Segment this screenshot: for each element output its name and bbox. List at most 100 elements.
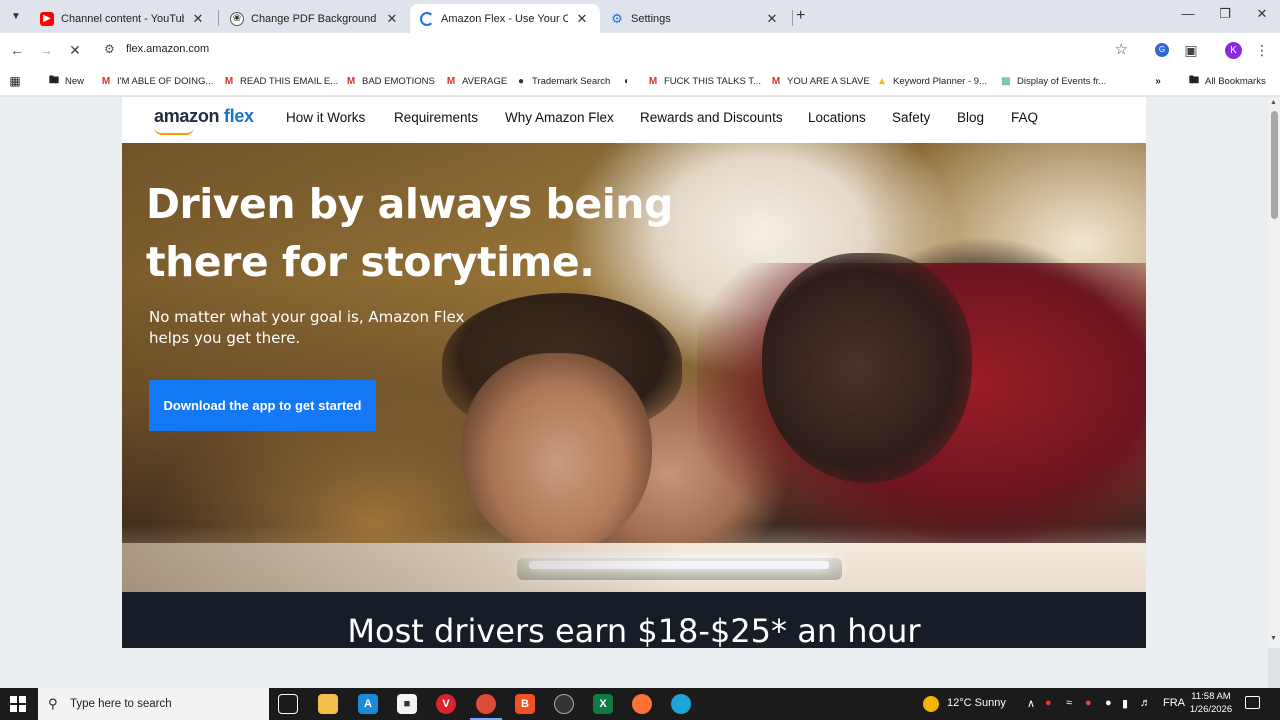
wifi-icon[interactable]: ≈ (1066, 697, 1072, 709)
close-icon: ✕ (69, 42, 81, 58)
battery-icon[interactable]: ▮ (1122, 697, 1128, 710)
speaker-icon[interactable]: ♬ (1140, 697, 1151, 709)
store-icon[interactable]: ■ (397, 694, 417, 714)
loading-icon (420, 11, 434, 26)
scroll-down-icon[interactable]: ▼ (1270, 635, 1277, 642)
bookmark-item[interactable]: M FUCK THIS TALKS T... (647, 73, 761, 89)
chevron-down-icon: ▼ (11, 10, 21, 22)
nav-faq[interactable]: FAQ (1011, 110, 1038, 125)
gmail-icon: M (101, 75, 111, 87)
windows-start-icon[interactable] (10, 696, 26, 712)
apps-grid-icon[interactable]: ▦ (9, 73, 26, 89)
brave-icon[interactable]: B (515, 694, 535, 714)
restore-button[interactable]: ❐ (1215, 6, 1235, 26)
task-view-icon[interactable] (278, 694, 298, 714)
all-bookmarks[interactable]: 🖿 All Bookmarks (1188, 73, 1266, 89)
bookmark-item[interactable]: ◐ (621, 73, 638, 89)
download-app-button[interactable]: Download the app to get started (149, 380, 376, 431)
gmail-icon: M (346, 75, 356, 87)
page-scrollbar[interactable]: ▲ ▼ (1268, 97, 1280, 648)
bookmark-item[interactable]: ▩ Display of Events fr... (1000, 73, 1106, 89)
scrollbar-thumb[interactable] (1271, 111, 1278, 219)
hero-photo-father (762, 253, 972, 483)
nav-locations[interactable]: Locations (808, 110, 866, 125)
nav-blog[interactable]: Blog (957, 110, 984, 125)
bookmark-item[interactable]: ● Trademark Search (515, 73, 610, 89)
close-icon[interactable]: ✕ (190, 11, 206, 27)
gmail-icon: M (648, 75, 658, 87)
nav-how-it-works[interactable]: How it Works (286, 110, 365, 125)
edge-icon[interactable] (671, 694, 691, 714)
bookmark-item[interactable]: ▲ Keyword Planner - 9... (876, 73, 987, 89)
back-button[interactable]: ← (8, 41, 26, 59)
nav-why-amazon-flex[interactable]: Why Amazon Flex (505, 110, 614, 125)
system-clock[interactable]: 11:58 AM 1/26/2026 (1188, 690, 1234, 716)
tab-title: Channel content - YouTube Studio (61, 12, 184, 25)
forward-button[interactable]: → (37, 41, 55, 59)
amazon-flex-logo[interactable]: amazon flex (154, 106, 254, 135)
nav-safety[interactable]: Safety (892, 110, 930, 125)
scroll-up-icon[interactable]: ▲ (1270, 99, 1277, 106)
profile-avatar[interactable]: K (1225, 42, 1242, 59)
amazon-smile-icon (154, 127, 194, 135)
tray-app-icon[interactable]: ● (1045, 697, 1052, 709)
notification-icon[interactable] (1245, 696, 1260, 709)
vivaldi-icon[interactable]: V (436, 694, 456, 714)
nav-requirements[interactable]: Requirements (394, 110, 478, 125)
bookmark-item[interactable]: M YOU ARE A SLAVE (770, 73, 870, 89)
url-text: flex.amazon.com (126, 43, 210, 55)
address-bar[interactable]: ⚙ flex.amazon.com ☆ (96, 37, 1142, 63)
new-tab-button[interactable]: + (796, 7, 805, 25)
file-explorer-icon[interactable] (318, 694, 338, 714)
tray-chrome-icon[interactable]: ● (1085, 697, 1092, 709)
openai-icon: ❀ (230, 11, 244, 26)
chrome-icon[interactable] (470, 694, 502, 720)
location-pin-icon: ● (517, 75, 525, 87)
firefox-icon[interactable] (632, 694, 652, 714)
extensions-puzzle-icon[interactable]: ▣ (1182, 41, 1200, 59)
tab-youtube-studio[interactable]: ▶ Channel content - YouTube Studio ✕ (30, 4, 216, 33)
nav-rewards-and-discounts[interactable]: Rewards and Discounts (640, 110, 783, 125)
tab-strip: ▼ ▶ Channel content - YouTube Studio ✕ ❀… (0, 0, 1280, 33)
input-language[interactable]: FRA (1163, 697, 1185, 709)
tray-overflow-icon[interactable]: ∧ (1027, 697, 1035, 710)
taskbar-search-placeholder: Type here to search (70, 698, 172, 710)
clock-date: 1/26/2026 (1189, 704, 1233, 715)
bookmark-star-icon[interactable]: ☆ (1115, 40, 1128, 58)
site-info-icon[interactable]: ⚙ (104, 42, 115, 56)
close-window-button[interactable]: ✕ (1252, 6, 1272, 26)
excel-icon[interactable]: X (593, 694, 613, 714)
more-bookmarks-chevron-icon[interactable]: » (1152, 73, 1169, 89)
bookmark-item[interactable]: M I'M ABLE OF DOING... (100, 73, 213, 89)
tab-settings[interactable]: ⚙ Settings ✕ (600, 4, 790, 33)
tab-title: Amazon Flex - Use Your Own Vehicle (441, 12, 568, 25)
minimize-button[interactable]: — (1178, 6, 1198, 26)
close-icon[interactable]: ✕ (574, 11, 590, 27)
weather-text[interactable]: 12°C Sunny (947, 697, 1006, 709)
close-icon[interactable]: ✕ (764, 11, 780, 27)
bookmark-item[interactable]: M AVERAGE (445, 73, 507, 89)
image-icon: ▩ (1001, 75, 1011, 87)
extension-icon[interactable]: G (1155, 43, 1169, 57)
tab-change-pdf-background[interactable]: ❀ Change PDF Background ✕ (220, 4, 410, 33)
bookmark-item[interactable]: M BAD EMOTIONS (345, 73, 435, 89)
stop-loading-button[interactable]: ✕ (66, 41, 84, 59)
microphone-icon[interactable]: ● (1105, 697, 1112, 709)
bookmark-item[interactable]: M READ THIS EMAIL E... (223, 73, 338, 89)
bookmark-new-folder[interactable]: 🖿 New (48, 73, 84, 89)
windows-taskbar: ⚲ Type here to search A ■ V B X 12°C Sun… (0, 688, 1280, 720)
openai-icon[interactable] (554, 694, 574, 714)
close-icon[interactable]: ✕ (384, 11, 400, 27)
folder-icon: 🖿 (49, 74, 59, 86)
tab-search-dropdown[interactable]: ▼ (6, 6, 26, 26)
tab-divider (792, 10, 793, 26)
page-viewport: amazon flex How it Works Requirements Wh… (0, 97, 1268, 688)
taskbar-search[interactable]: ⚲ Type here to search (38, 688, 269, 720)
weather-sun-icon[interactable] (923, 696, 939, 712)
earnings-headline: Most drivers earn $18-$25* an hour (347, 612, 921, 650)
tab-title: Change PDF Background (251, 12, 377, 25)
browser-toolbar: ← → ✕ ⚙ flex.amazon.com ☆ G ▣ K ⋮ (0, 33, 1280, 67)
tab-amazon-flex[interactable]: Amazon Flex - Use Your Own Vehicle ✕ (410, 4, 600, 33)
menu-kebab-icon[interactable]: ⋮ (1253, 41, 1271, 59)
photo-editor-icon[interactable]: A (358, 694, 378, 714)
